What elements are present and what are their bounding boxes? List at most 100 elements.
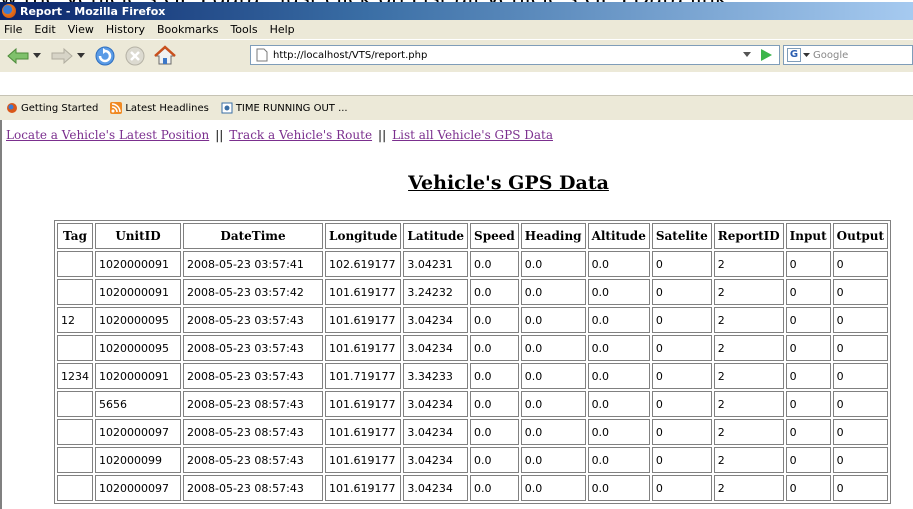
table-row: 1020000097 2008-05-23 08:57:43 101.619177 3… [57, 475, 889, 501]
cell-output: 0 [832, 391, 889, 417]
rss-feed-icon [110, 102, 123, 114]
cell-input: 0 [785, 307, 831, 333]
link-list-gps-data[interactable]: List all Vehicle's GPS Data [392, 128, 553, 142]
menu-help[interactable]: Help [264, 23, 301, 36]
cell-input: 0 [785, 335, 831, 361]
cell-longitude: 101.619177 [325, 419, 402, 445]
go-arrow-icon [761, 49, 772, 61]
cell-latitude: 3.34233 [403, 363, 469, 389]
cell-datetime: 2008-05-23 08:57:43 [183, 475, 323, 501]
back-button[interactable] [4, 44, 32, 68]
cell-input: 0 [785, 363, 831, 389]
home-icon [154, 45, 176, 65]
cell-satelite: 0 [651, 419, 712, 445]
home-button[interactable] [152, 43, 178, 69]
stop-button[interactable] [122, 43, 148, 69]
menu-history[interactable]: History [100, 23, 151, 36]
cell-latitude: 3.04234 [403, 335, 469, 361]
cell-speed: 0.0 [470, 251, 519, 277]
menu-bookmarks[interactable]: Bookmarks [151, 23, 224, 36]
cell-tag [57, 419, 93, 445]
cell-speed: 0.0 [470, 475, 519, 501]
cell-longitude: 101.619177 [325, 391, 402, 417]
cell-longitude: 101.619177 [325, 307, 402, 333]
table-row: 12 1020000095 2008-05-23 03:57:43 101.61917… [57, 307, 889, 333]
cell-datetime: 2008-05-23 08:57:43 [183, 419, 323, 445]
cell-datetime: 2008-05-23 03:57:43 [183, 335, 323, 361]
menu-view[interactable]: View [62, 23, 100, 36]
navigation-toolbar: http://localhost/VTS/report.php G Google [0, 39, 913, 72]
bookmark-time-running-out[interactable]: TIME RUNNING OUT ... [221, 102, 348, 114]
column-header-unitid: UnitID [95, 223, 181, 249]
link-locate-vehicle[interactable]: Locate a Vehicle's Latest Position [6, 128, 209, 142]
link-track-route[interactable]: Track a Vehicle's Route [229, 128, 372, 142]
back-history-dropdown[interactable] [32, 48, 42, 64]
url-history-dropdown[interactable] [743, 50, 751, 61]
cell-altitude: 0.0 [587, 307, 650, 333]
bookmark-latest-headlines[interactable]: Latest Headlines [110, 102, 209, 114]
cell-heading: 0.0 [520, 307, 586, 333]
cell-datetime: 2008-05-23 08:57:43 [183, 391, 323, 417]
page-content: Locate a Vehicle's Latest Position || Trac… [0, 120, 913, 509]
cell-speed: 0.0 [470, 335, 519, 361]
cell-altitude: 0.0 [587, 391, 650, 417]
bookmark-label: Latest Headlines [125, 102, 209, 114]
cell-altitude: 0.0 [587, 335, 650, 361]
cell-reportid: 2 [713, 335, 784, 361]
url-text: http://localhost/VTS/report.php [273, 49, 428, 61]
cell-datetime: 2008-05-23 03:57:43 [183, 307, 323, 333]
reload-button[interactable] [92, 43, 118, 69]
url-bar[interactable]: http://localhost/VTS/report.php [250, 45, 780, 65]
cell-altitude: 0.0 [587, 279, 650, 305]
cell-altitude: 0.0 [587, 363, 650, 389]
forward-history-dropdown[interactable] [76, 48, 86, 64]
cell-output: 0 [832, 447, 889, 473]
cell-tag [57, 279, 93, 305]
column-header-longitude: Longitude [325, 223, 402, 249]
cell-heading: 0.0 [520, 335, 586, 361]
table-body: 1020000091 2008-05-23 03:57:41 102.619177 3… [57, 251, 889, 501]
cell-heading: 0.0 [520, 279, 586, 305]
bookmark-getting-started[interactable]: Getting Started [6, 102, 98, 114]
menu-file[interactable]: File [0, 23, 28, 36]
bookmark-label: TIME RUNNING OUT ... [235, 102, 348, 114]
cell-longitude: 101.619177 [325, 475, 402, 501]
cell-unitid: 1020000091 [95, 279, 181, 305]
cell-tag [57, 391, 93, 417]
cell-heading: 0.0 [520, 391, 586, 417]
cell-datetime: 2008-05-23 08:57:43 [183, 447, 323, 473]
cell-reportid: 2 [713, 419, 784, 445]
chevron-down-icon [743, 52, 751, 57]
chevron-down-icon [803, 52, 810, 57]
google-engine-icon[interactable]: G [787, 48, 801, 62]
cell-tag [57, 251, 93, 277]
cell-unitid: 1020000097 [95, 419, 181, 445]
table-row: 1020000091 2008-05-23 03:57:42 101.619177 3… [57, 279, 889, 305]
cell-altitude: 0.0 [587, 419, 650, 445]
search-placeholder: Google [813, 49, 849, 61]
cell-output: 0 [832, 475, 889, 501]
column-header-reportid: ReportID [713, 223, 784, 249]
column-header-speed: Speed [470, 223, 519, 249]
menu-tools[interactable]: Tools [224, 23, 263, 36]
cell-output: 0 [832, 307, 889, 333]
cell-input: 0 [785, 475, 831, 501]
go-button[interactable] [759, 48, 773, 65]
cell-input: 0 [785, 279, 831, 305]
forward-button[interactable] [48, 44, 76, 68]
cell-satelite: 0 [651, 475, 712, 501]
cell-output: 0 [832, 251, 889, 277]
forward-arrow-icon [51, 47, 73, 65]
bookmarks-toolbar: Getting Started Latest Headlines TIME RU… [0, 95, 913, 121]
cell-latitude: 3.04234 [403, 307, 469, 333]
cell-tag: 12 [57, 307, 93, 333]
page-icon [256, 48, 268, 62]
cell-output: 0 [832, 419, 889, 445]
cell-latitude: 3.04231 [403, 251, 469, 277]
cell-unitid: 1020000095 [95, 307, 181, 333]
table-row: 1020000091 2008-05-23 03:57:41 102.619177 3… [57, 251, 889, 277]
search-box[interactable]: G Google [783, 45, 913, 65]
menu-bar: File Edit View History Bookmarks Tools H… [0, 20, 913, 39]
menu-edit[interactable]: Edit [28, 23, 61, 36]
cell-reportid: 2 [713, 475, 784, 501]
